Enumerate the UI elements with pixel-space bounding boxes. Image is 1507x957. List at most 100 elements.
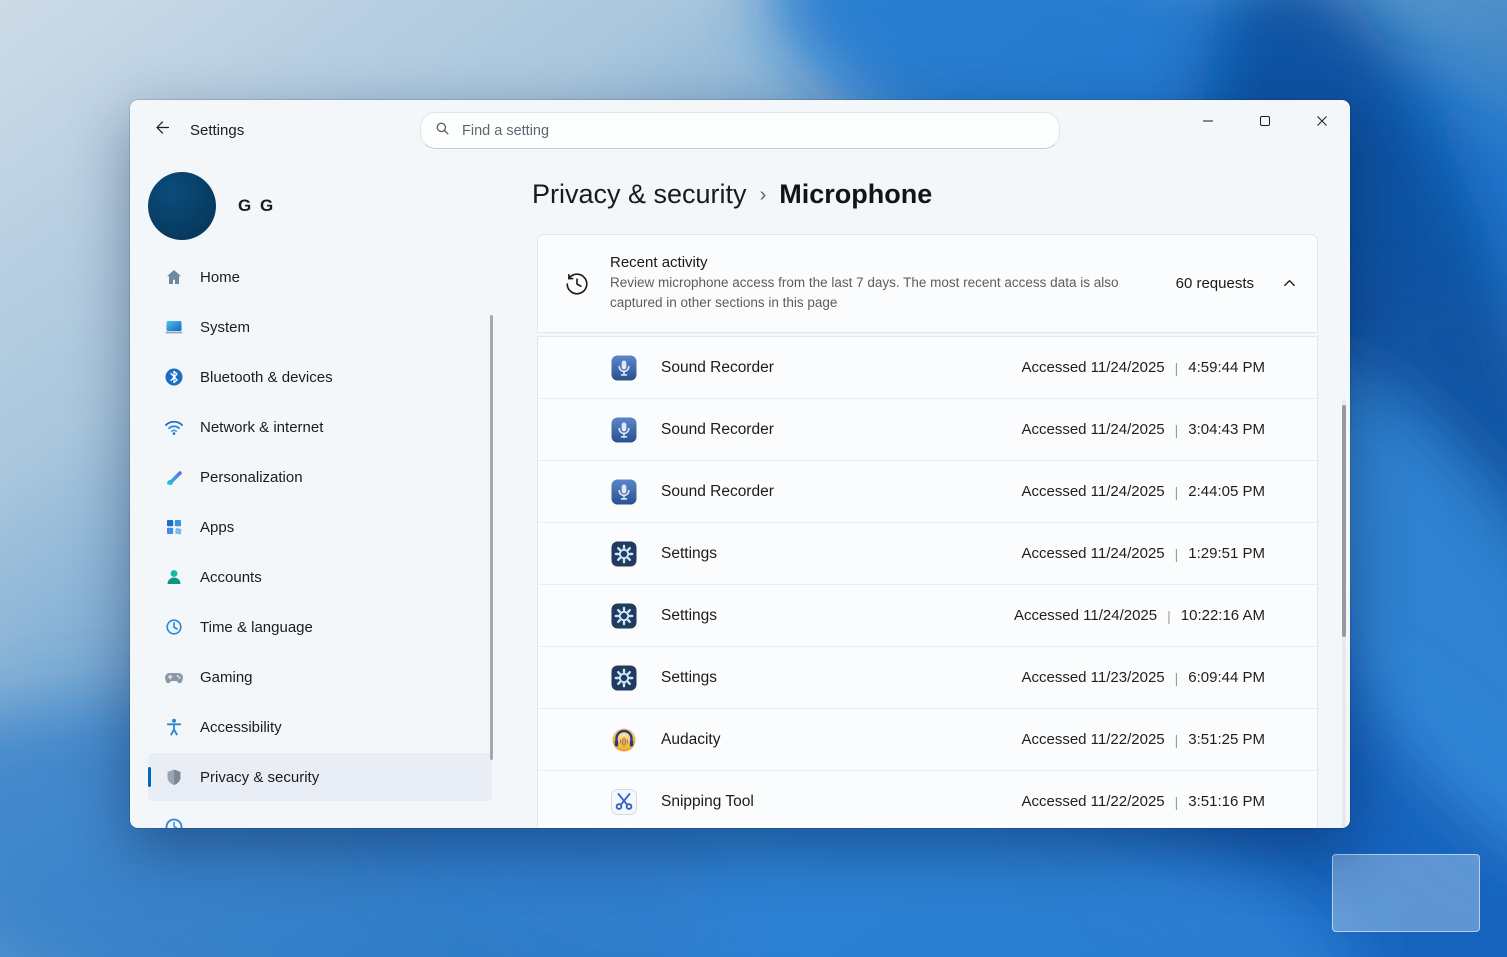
activity-row: Audacity Accessed 11/22/2025 | 3:51:25 P… bbox=[538, 709, 1317, 771]
search-input[interactable] bbox=[460, 122, 1045, 140]
close-button[interactable] bbox=[1293, 100, 1350, 142]
recent-activity-card[interactable]: Recent activity Review microphone access… bbox=[537, 234, 1318, 333]
home-icon bbox=[164, 267, 184, 287]
activity-row: Settings Accessed 11/24/2025 | 10:22:16 … bbox=[538, 585, 1317, 647]
sidebar-item-time-language[interactable]: Time & language bbox=[148, 603, 492, 651]
sidebar-item-label: Gaming bbox=[200, 669, 253, 686]
app-name: Settings bbox=[661, 545, 717, 563]
accessed-time: 2:44:05 PM bbox=[1188, 483, 1265, 500]
sidebar-item-label: Accessibility bbox=[200, 719, 282, 736]
sidebar-item-label: Accounts bbox=[200, 569, 262, 586]
chevron-up-icon[interactable] bbox=[1282, 276, 1297, 291]
back-button[interactable] bbox=[144, 115, 180, 145]
minimize-button[interactable] bbox=[1179, 100, 1236, 142]
activity-row: Sound Recorder Accessed 11/24/2025 | 4:5… bbox=[538, 337, 1317, 399]
desktop-selection-box bbox=[1332, 854, 1480, 932]
titlebar: Settings bbox=[130, 100, 1350, 160]
app-name: Sound Recorder bbox=[661, 421, 774, 439]
history-icon bbox=[562, 271, 592, 297]
date-time-separator: | bbox=[1175, 484, 1179, 500]
accessed-time: 10:22:16 AM bbox=[1181, 607, 1265, 624]
accessed-date: Accessed 11/24/2025 bbox=[1021, 359, 1164, 376]
page-title: Microphone bbox=[779, 179, 932, 210]
main-content: Privacy & security › Microphone Recent a… bbox=[530, 160, 1350, 828]
system-icon bbox=[164, 317, 184, 337]
sidebar-nav: Home System Bluetooth & devices Network … bbox=[130, 263, 530, 828]
sidebar-item-label: Privacy & security bbox=[200, 769, 319, 786]
activity-row: Settings Accessed 11/23/2025 | 6:09:44 P… bbox=[538, 647, 1317, 709]
sidebar-item-label: Network & internet bbox=[200, 419, 323, 436]
desktop: Settings bbox=[0, 0, 1507, 957]
sidebar-item-clipped[interactable] bbox=[148, 803, 492, 828]
date-time-separator: | bbox=[1175, 422, 1179, 438]
settings-app-icon bbox=[610, 540, 638, 568]
breadcrumb: Privacy & security › Microphone bbox=[532, 172, 932, 216]
time-language-icon bbox=[164, 617, 184, 637]
maximize-button[interactable] bbox=[1236, 100, 1293, 142]
requests-count-badge: 60 requests bbox=[1176, 275, 1254, 292]
sidebar-item-apps[interactable]: Apps bbox=[148, 503, 492, 551]
recent-activity-title: Recent activity bbox=[610, 254, 1150, 271]
app-title: Settings bbox=[190, 100, 244, 160]
activity-row: Settings Accessed 11/24/2025 | 1:29:51 P… bbox=[538, 523, 1317, 585]
sidebar-item-bluetooth-devices[interactable]: Bluetooth & devices bbox=[148, 353, 492, 401]
sound-recorder-icon bbox=[610, 354, 638, 382]
avatar[interactable] bbox=[148, 172, 216, 240]
date-time-separator: | bbox=[1175, 670, 1179, 686]
sidebar-item-accessibility[interactable]: Accessibility bbox=[148, 703, 492, 751]
user-account[interactable]: G G bbox=[148, 172, 275, 240]
breadcrumb-parent[interactable]: Privacy & security bbox=[532, 179, 747, 210]
date-time-separator: | bbox=[1175, 732, 1179, 748]
sound-recorder-icon bbox=[610, 478, 638, 506]
sidebar-scrollbar[interactable] bbox=[490, 315, 493, 760]
accessed-date: Accessed 11/24/2025 bbox=[1021, 483, 1164, 500]
accessed-time: 4:59:44 PM bbox=[1188, 359, 1265, 376]
app-name: Settings bbox=[661, 607, 717, 625]
settings-app-icon bbox=[610, 664, 638, 692]
sidebar-item-label: Home bbox=[200, 269, 240, 286]
date-time-separator: | bbox=[1167, 608, 1171, 624]
sidebar-item-label: Personalization bbox=[200, 469, 303, 486]
search-box[interactable] bbox=[420, 112, 1060, 149]
accessed-date: Accessed 11/24/2025 bbox=[1021, 421, 1164, 438]
recent-activity-description: Review microphone access from the last 7… bbox=[610, 273, 1150, 313]
sidebar-item-label: Apps bbox=[200, 519, 234, 536]
sidebar-item-privacy-security[interactable]: Privacy & security bbox=[148, 753, 492, 801]
snipping-tool-icon bbox=[610, 788, 638, 816]
minimize-icon bbox=[1202, 115, 1214, 127]
accessed-date: Accessed 11/22/2025 bbox=[1021, 731, 1164, 748]
date-time-separator: | bbox=[1175, 546, 1179, 562]
accessed-date: Accessed 11/22/2025 bbox=[1021, 793, 1164, 810]
sidebar-item-accounts[interactable]: Accounts bbox=[148, 553, 492, 601]
audacity-icon bbox=[610, 726, 638, 754]
accessed-time: 1:29:51 PM bbox=[1188, 545, 1265, 562]
accessibility-icon bbox=[164, 717, 184, 737]
bluetooth-icon bbox=[164, 367, 184, 387]
scrollbar-thumb[interactable] bbox=[1342, 405, 1346, 637]
privacy-security-icon bbox=[164, 767, 184, 787]
date-time-separator: | bbox=[1175, 360, 1179, 376]
activity-row: Sound Recorder Accessed 11/24/2025 | 2:4… bbox=[538, 461, 1317, 523]
sidebar-item-gaming[interactable]: Gaming bbox=[148, 653, 492, 701]
user-name: G G bbox=[238, 196, 275, 216]
accessed-time: 6:09:44 PM bbox=[1188, 669, 1265, 686]
app-name: Sound Recorder bbox=[661, 483, 774, 501]
sidebar-item-system[interactable]: System bbox=[148, 303, 492, 351]
sidebar-item-label: Time & language bbox=[200, 619, 313, 636]
apps-icon bbox=[164, 517, 184, 537]
accessed-date: Accessed 11/23/2025 bbox=[1021, 669, 1164, 686]
sidebar-item-home[interactable]: Home bbox=[148, 263, 492, 301]
app-name: Settings bbox=[661, 669, 717, 687]
sidebar-item-network-internet[interactable]: Network & internet bbox=[148, 403, 492, 451]
sound-recorder-icon bbox=[610, 416, 638, 444]
accessed-time: 3:51:16 PM bbox=[1188, 793, 1265, 810]
back-arrow-icon bbox=[154, 119, 171, 141]
window-controls bbox=[1179, 100, 1350, 142]
activity-row: Snipping Tool Accessed 11/22/2025 | 3:51… bbox=[538, 771, 1317, 828]
gaming-icon bbox=[164, 667, 184, 687]
activity-row: Sound Recorder Accessed 11/24/2025 | 3:0… bbox=[538, 399, 1317, 461]
sidebar-item-personalization[interactable]: Personalization bbox=[148, 453, 492, 501]
activity-list: Sound Recorder Accessed 11/24/2025 | 4:5… bbox=[537, 336, 1318, 828]
accounts-icon bbox=[164, 567, 184, 587]
windows-update-icon bbox=[164, 817, 184, 828]
